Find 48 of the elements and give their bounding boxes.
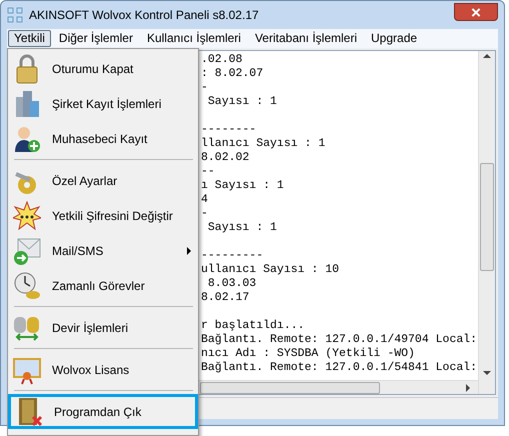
log-line: r başlatıldı... [201,319,305,333]
log-line: 8.03.03 [206,277,256,291]
menu-item[interactable]: Yetkili Şifresini Değiştir [9,198,197,233]
log-line: llanıcı Sayısı : 1 [201,137,326,151]
submenu-arrow-icon [187,246,191,254]
menu-item[interactable]: Oturumu Kapat [9,51,197,86]
menu-bar-item[interactable]: Yetkili [8,30,51,47]
log-line: ı Sayısı : 1 [201,179,284,193]
menu-bar-item[interactable]: Upgrade [365,30,424,47]
log-line: Sayısı : 1 [206,221,277,235]
log-line: -------- [201,123,256,137]
close-button[interactable] [454,3,498,21]
menu-item[interactable]: Zamanlı Görevler [9,268,197,303]
log-line: 8.02.02 [201,151,250,165]
log-line: 8.02.17 [201,291,250,305]
clock-coins-icon [13,270,41,300]
log-line: .02.08 [201,53,242,67]
log-line: - [201,207,208,221]
close-icon [471,8,481,16]
scroll-down-icon [483,371,491,375]
log-line: --------- [201,249,264,263]
menu-item[interactable]: Özel Ayarlar [9,163,197,198]
menu-item[interactable]: Muhasebeci Kayıt [9,121,197,156]
scroll-right-icon [466,384,470,392]
envelope-icon [13,236,41,266]
menu-bar-item[interactable]: Diğer İşlemler [52,30,139,47]
app-icon [7,7,23,23]
log-line: -- [201,165,215,179]
menu-bar-item[interactable]: Veritabanı İşlemleri [248,30,364,47]
vertical-scrollbar[interactable] [478,51,495,394]
log-line: Bağlantı. Remote: 127.0.0.1/54841 Local: [201,361,478,375]
menu-item[interactable]: Devir İşlemleri [9,310,197,345]
menu-item[interactable]: Mail/SMS [9,233,197,268]
log-line: Sayısı : 1 [206,95,277,109]
buildings-icon [13,88,41,118]
menu-item[interactable]: Şirket Kayıt İşlemleri [9,86,197,121]
menu-bar-item[interactable]: Kullanıcı İşlemleri [140,30,247,47]
log-line: 4 [201,193,208,207]
window-title: AKINSOFT Wolvox Kontrol Paneli s8.02.17 [29,7,259,24]
menu-item[interactable]: Wolvox Lisans [9,352,197,387]
menu-item[interactable]: Programdan Çık [8,394,198,429]
password-burst-icon [13,200,41,230]
log-line: Bağlantı. Remote: 127.0.0.1/49704 Local: [201,333,478,347]
log-line: : 8.02.07 [201,67,264,81]
log-line: nıcı Adı : SYSDBA (Yetkili -WO) [201,347,415,361]
log-line: - [201,81,208,95]
scroll-up-icon [483,54,491,58]
log-line: ullanıcı Sayısı : 10 [201,263,340,277]
